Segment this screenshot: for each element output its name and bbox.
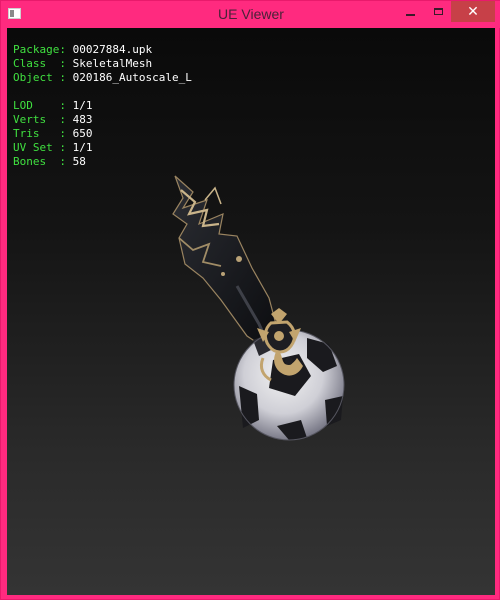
maximize-button[interactable] [425, 1, 452, 22]
app-window: UE Viewer ✕ Package: 00027884.upk Class … [0, 0, 500, 600]
maximize-icon [434, 8, 443, 15]
close-icon: ✕ [467, 3, 479, 20]
3d-viewport[interactable]: Package: 00027884.upk Class : SkeletalMe… [7, 28, 495, 595]
close-button[interactable]: ✕ [451, 1, 495, 22]
skeletal-mesh-render [172, 175, 345, 441]
minimize-button[interactable] [397, 1, 424, 22]
title-bar[interactable]: UE Viewer ✕ [1, 1, 500, 28]
minimize-icon [406, 13, 415, 16]
comet-tail [172, 175, 278, 349]
